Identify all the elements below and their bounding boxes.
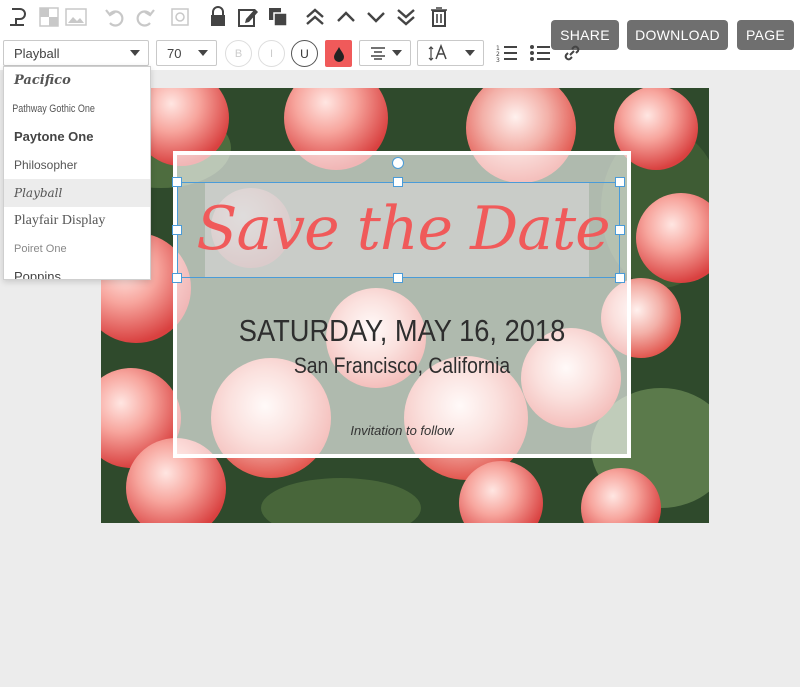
undo-icon[interactable] <box>102 4 128 30</box>
font-dropdown-list[interactable]: Pacifico Pathway Gothic One Paytone One … <box>3 66 151 280</box>
resize-handle-right[interactable] <box>615 225 625 235</box>
bold-button[interactable]: B <box>225 40 252 67</box>
resize-handle-bottom-left[interactable] <box>172 273 182 283</box>
edit-icon[interactable] <box>235 4 261 30</box>
font-size-value: 70 <box>167 45 182 61</box>
resize-handle-top-left[interactable] <box>172 177 182 187</box>
font-option-pathway-gothic-one[interactable]: Pathway Gothic One <box>4 95 124 123</box>
event-date-text[interactable]: SATURDAY, MAY 16, 2018 <box>204 313 600 349</box>
droplet-icon <box>333 46 344 62</box>
numbered-list-icon[interactable]: 123 <box>494 40 520 66</box>
rotate-handle[interactable] <box>392 157 404 169</box>
crop-icon[interactable] <box>167 4 193 30</box>
chevron-down-icon <box>130 50 140 56</box>
font-family-select[interactable]: Playball <box>3 40 149 66</box>
svg-text:3: 3 <box>496 57 500 63</box>
resize-handle-left[interactable] <box>172 225 182 235</box>
font-size-select[interactable]: 70 <box>156 40 217 66</box>
page-button[interactable]: PAGE <box>737 20 794 50</box>
text-spacing-select[interactable] <box>417 40 484 66</box>
event-location-text[interactable]: San Francisco, California <box>204 353 600 379</box>
bring-to-front-icon[interactable] <box>302 4 328 30</box>
resize-handle-top-right[interactable] <box>615 177 625 187</box>
top-toolbar: SHARE DOWNLOAD PAGE Playball 70 B I U 12… <box>0 0 800 70</box>
lock-icon[interactable] <box>205 4 231 30</box>
chevron-down-icon <box>392 50 402 56</box>
font-option-poppins[interactable]: Poppins <box>4 263 150 279</box>
download-button[interactable]: DOWNLOAD <box>627 20 728 50</box>
redo-icon[interactable] <box>132 4 158 30</box>
send-to-back-icon[interactable] <box>393 4 419 30</box>
duplicate-icon[interactable] <box>265 4 291 30</box>
link-icon[interactable] <box>559 40 585 66</box>
text-tool-icon[interactable] <box>6 4 32 30</box>
underline-button[interactable]: U <box>291 40 318 67</box>
text-spacing-icon <box>428 43 447 61</box>
image-icon[interactable] <box>63 4 89 30</box>
align-center-icon <box>371 47 385 60</box>
text-align-select[interactable] <box>359 40 411 66</box>
italic-button[interactable]: I <box>258 40 285 67</box>
font-option-playfair-display[interactable]: Playfair Display <box>4 207 150 235</box>
resize-handle-bottom-right[interactable] <box>615 273 625 283</box>
font-option-playball[interactable]: Playball <box>4 179 150 207</box>
font-option-pacifico[interactable]: Pacifico <box>4 67 150 95</box>
resize-handle-top[interactable] <box>393 177 403 187</box>
font-option-poiret-one[interactable]: Poiret One <box>4 235 150 263</box>
font-family-value: Playball <box>14 45 60 61</box>
text-color-button[interactable] <box>325 40 352 67</box>
resize-handle-bottom[interactable] <box>393 273 403 283</box>
design-canvas[interactable]: Save the Date SATURDAY, MAY 16, 2018 San… <box>101 88 709 523</box>
font-option-paytone-one[interactable]: Paytone One <box>4 123 150 151</box>
bring-forward-icon[interactable] <box>333 4 359 30</box>
font-option-philosopher[interactable]: Philosopher <box>4 151 150 179</box>
chevron-down-icon <box>198 50 208 56</box>
bullet-list-icon[interactable] <box>527 40 553 66</box>
selection-box <box>177 182 620 278</box>
invitation-note-text[interactable]: Invitation to follow <box>177 423 627 438</box>
background-pattern-icon[interactable] <box>36 4 62 30</box>
chevron-down-icon <box>465 50 475 56</box>
trash-icon[interactable] <box>426 4 452 30</box>
send-backward-icon[interactable] <box>363 4 389 30</box>
